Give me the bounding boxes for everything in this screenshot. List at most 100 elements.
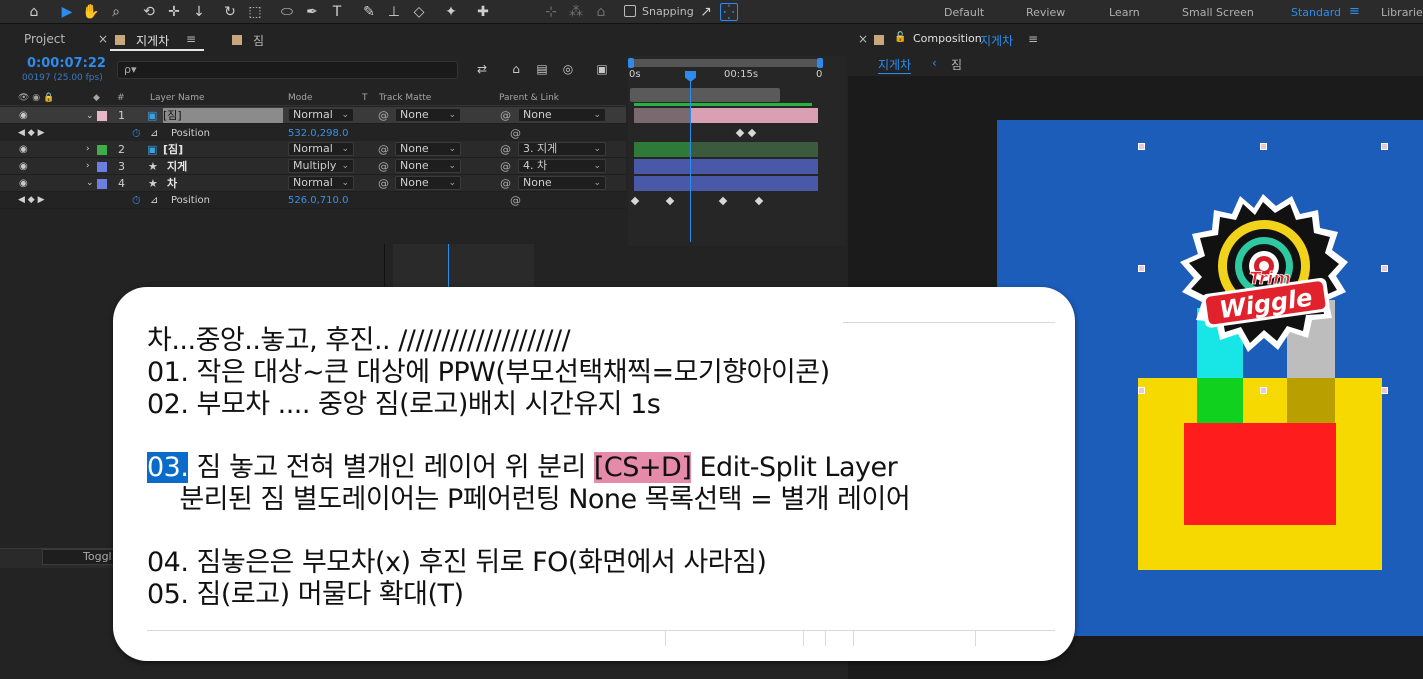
view-axis-icon[interactable]: ⌂ xyxy=(592,3,610,21)
pan-behind-tool-icon[interactable]: ⬚ xyxy=(246,3,264,21)
zoom-tool-icon[interactable]: ⌕ xyxy=(107,3,125,21)
pickwhip-icon[interactable]: @ xyxy=(378,143,389,156)
parent-pickwhip-icon[interactable]: @ xyxy=(500,143,511,156)
parent-dropdown[interactable]: 4. 차 ⌄ xyxy=(518,159,606,173)
track-matte-dropdown[interactable]: None ⌄ xyxy=(395,142,461,156)
keyframe-nav-icon[interactable]: ◀ ◆ ▶ xyxy=(18,127,45,140)
layer-bar-1-before[interactable] xyxy=(634,108,690,123)
home-icon[interactable]: ⌂ xyxy=(25,3,43,21)
pickwhip-icon[interactable]: @ xyxy=(378,177,389,190)
parent-pickwhip-icon[interactable]: @ xyxy=(500,177,511,190)
composition-name[interactable]: 지게차 xyxy=(980,32,1013,49)
layer-name[interactable]: 차 xyxy=(167,177,177,190)
graph-icon[interactable]: ⊿ xyxy=(150,194,158,207)
motion-blur-icon[interactable]: ◎ xyxy=(560,62,576,76)
work-area-bar[interactable] xyxy=(630,88,780,102)
transform-handle[interactable] xyxy=(1381,143,1388,150)
workspace-standard[interactable]: Standard xyxy=(1291,6,1341,19)
tab-comp-jim[interactable]: 짐 xyxy=(253,32,264,49)
mode-dropdown[interactable]: Normal ⌄ xyxy=(288,142,354,156)
workspace-small-screen[interactable]: Small Screen xyxy=(1182,6,1254,19)
layer-bar-2-after[interactable] xyxy=(690,142,818,157)
transform-handle[interactable] xyxy=(1260,387,1267,394)
track-matte-dropdown[interactable]: None ⌄ xyxy=(395,159,461,173)
breadcrumb-item[interactable]: 짐 xyxy=(951,56,962,73)
brush-tool-icon[interactable]: ✎ xyxy=(360,3,378,21)
position-value[interactable]: 532.0,298.0 xyxy=(288,127,348,140)
tab-comp-jigecha[interactable]: 지게차 xyxy=(136,32,169,49)
eye-icon[interactable]: ◉ xyxy=(19,161,28,172)
selection-tool-icon[interactable]: ▶ xyxy=(58,3,76,21)
property-row[interactable]: ◀ ◆ ▶ ⏱ ⊿ Position 532.0,298.0 @ xyxy=(0,125,626,142)
layer-name[interactable]: [짐] xyxy=(163,109,182,122)
stopwatch-icon[interactable]: ⏱ xyxy=(132,194,141,207)
graph-editor-icon[interactable]: ▣ xyxy=(594,62,610,76)
layer-row[interactable]: ◉ ⌄ 1 ▣ [짐] Normal ⌄ @ None ⌄ @ None ⌄ xyxy=(0,107,626,124)
tab-menu-icon[interactable]: ≡ xyxy=(186,32,196,46)
workspace-learn[interactable]: Learn xyxy=(1109,6,1140,19)
orbit-tool-icon[interactable]: ⟲ xyxy=(140,3,158,21)
layer-label-swatch[interactable] xyxy=(97,162,107,172)
dolly-tool-icon[interactable]: ↓ xyxy=(190,3,208,21)
parent-dropdown[interactable]: None ⌄ xyxy=(518,176,606,190)
pickwhip-icon[interactable]: @ xyxy=(378,109,389,122)
layer-label-swatch[interactable] xyxy=(97,179,107,189)
expression-pickwhip-icon[interactable]: @ xyxy=(510,127,521,140)
layer-row[interactable]: ◉ ⌄ 4 ★ 차 Normal ⌄ @ None ⌄ @ None ⌄ xyxy=(0,175,626,192)
workspace-libraries[interactable]: Libraries xyxy=(1381,6,1423,19)
close-icon[interactable]: × xyxy=(858,32,868,46)
parent-pickwhip-icon[interactable]: @ xyxy=(500,160,511,173)
track-matte-dropdown[interactable]: None ⌄ xyxy=(395,108,461,122)
snap-options-icon[interactable]: ↗ xyxy=(697,3,715,21)
pan-tool-icon[interactable]: ✛ xyxy=(165,3,183,21)
layer-name[interactable]: [짐] xyxy=(163,143,183,156)
layer-search-input[interactable]: ρ▾ xyxy=(117,61,458,79)
layer-label-swatch[interactable] xyxy=(97,111,107,121)
rotate-tool-icon[interactable]: ↻ xyxy=(221,3,239,21)
collapse-chevron-icon[interactable]: ⌄ xyxy=(86,177,94,190)
position-value[interactable]: 526.0,710.0 xyxy=(288,194,348,207)
type-tool-icon[interactable]: T xyxy=(328,3,346,21)
ellipse-tool-icon[interactable]: ⬭ xyxy=(278,3,296,21)
eye-icon[interactable]: ◉ xyxy=(19,144,28,155)
transform-handle[interactable] xyxy=(1260,143,1267,150)
layer-row[interactable]: ◉ › 2 ▣ [짐] Normal ⌄ @ None ⌄ @ 3. 지게 ⌄ xyxy=(0,141,626,158)
parent-dropdown[interactable]: None ⌄ xyxy=(518,108,606,122)
track-matte-dropdown[interactable]: None ⌄ xyxy=(395,176,461,190)
eraser-tool-icon[interactable]: ◇ xyxy=(410,3,428,21)
keyframe-nav-icon[interactable]: ◀ ◆ ▶ xyxy=(18,194,45,207)
graph-icon[interactable]: ⊿ xyxy=(150,127,158,140)
expression-pickwhip-icon[interactable]: @ xyxy=(510,194,521,207)
expand-chevron-icon[interactable]: › xyxy=(86,160,90,173)
world-axis-icon[interactable]: ⁂ xyxy=(567,3,585,21)
transform-handle[interactable] xyxy=(1381,387,1388,394)
panel-menu-icon[interactable]: ≡ xyxy=(1028,32,1038,46)
time-navigator[interactable] xyxy=(628,58,823,68)
mode-dropdown[interactable]: Normal ⌄ xyxy=(288,176,354,190)
layer-name[interactable]: 지게 xyxy=(167,160,187,173)
workspace-menu-icon[interactable]: ≡ xyxy=(1349,4,1360,19)
transform-handle[interactable] xyxy=(1138,143,1145,150)
mode-dropdown[interactable]: Multiply ⌄ xyxy=(288,159,354,173)
layer-row[interactable]: ◉ › 3 ★ 지게 Multiply ⌄ @ None ⌄ @ 4. 차 ⌄ xyxy=(0,158,626,175)
workspace-review[interactable]: Review xyxy=(1026,6,1065,19)
tab-project[interactable]: Project xyxy=(24,32,65,46)
transform-handle[interactable] xyxy=(1381,265,1388,272)
mode-dropdown[interactable]: Normal ⌄ xyxy=(288,108,354,122)
eye-icon[interactable]: ◉ xyxy=(19,178,28,189)
puppet-pin-tool-icon[interactable]: ✚ xyxy=(474,3,492,21)
transform-handle[interactable] xyxy=(1138,387,1145,394)
eye-icon[interactable]: ◉ xyxy=(19,110,28,121)
parent-dropdown[interactable]: 3. 지게 ⌄ xyxy=(518,142,606,156)
shy-layers-icon[interactable]: ⌂ xyxy=(508,62,524,76)
pen-tool-icon[interactable]: ✒ xyxy=(303,3,321,21)
col-layer-name[interactable]: Layer Name xyxy=(150,93,205,103)
collapse-chevron-icon[interactable]: ⌄ xyxy=(86,110,94,123)
roto-brush-tool-icon[interactable]: ✦ xyxy=(442,3,460,21)
breadcrumb-active[interactable]: 지게차 xyxy=(878,56,912,74)
workspace-default[interactable]: Default xyxy=(944,6,984,19)
expand-chevron-icon[interactable]: › xyxy=(86,143,90,156)
layer-label-swatch[interactable] xyxy=(97,145,107,155)
pickwhip-icon[interactable]: @ xyxy=(378,160,389,173)
lock-icon[interactable]: 🔓 xyxy=(894,32,906,43)
